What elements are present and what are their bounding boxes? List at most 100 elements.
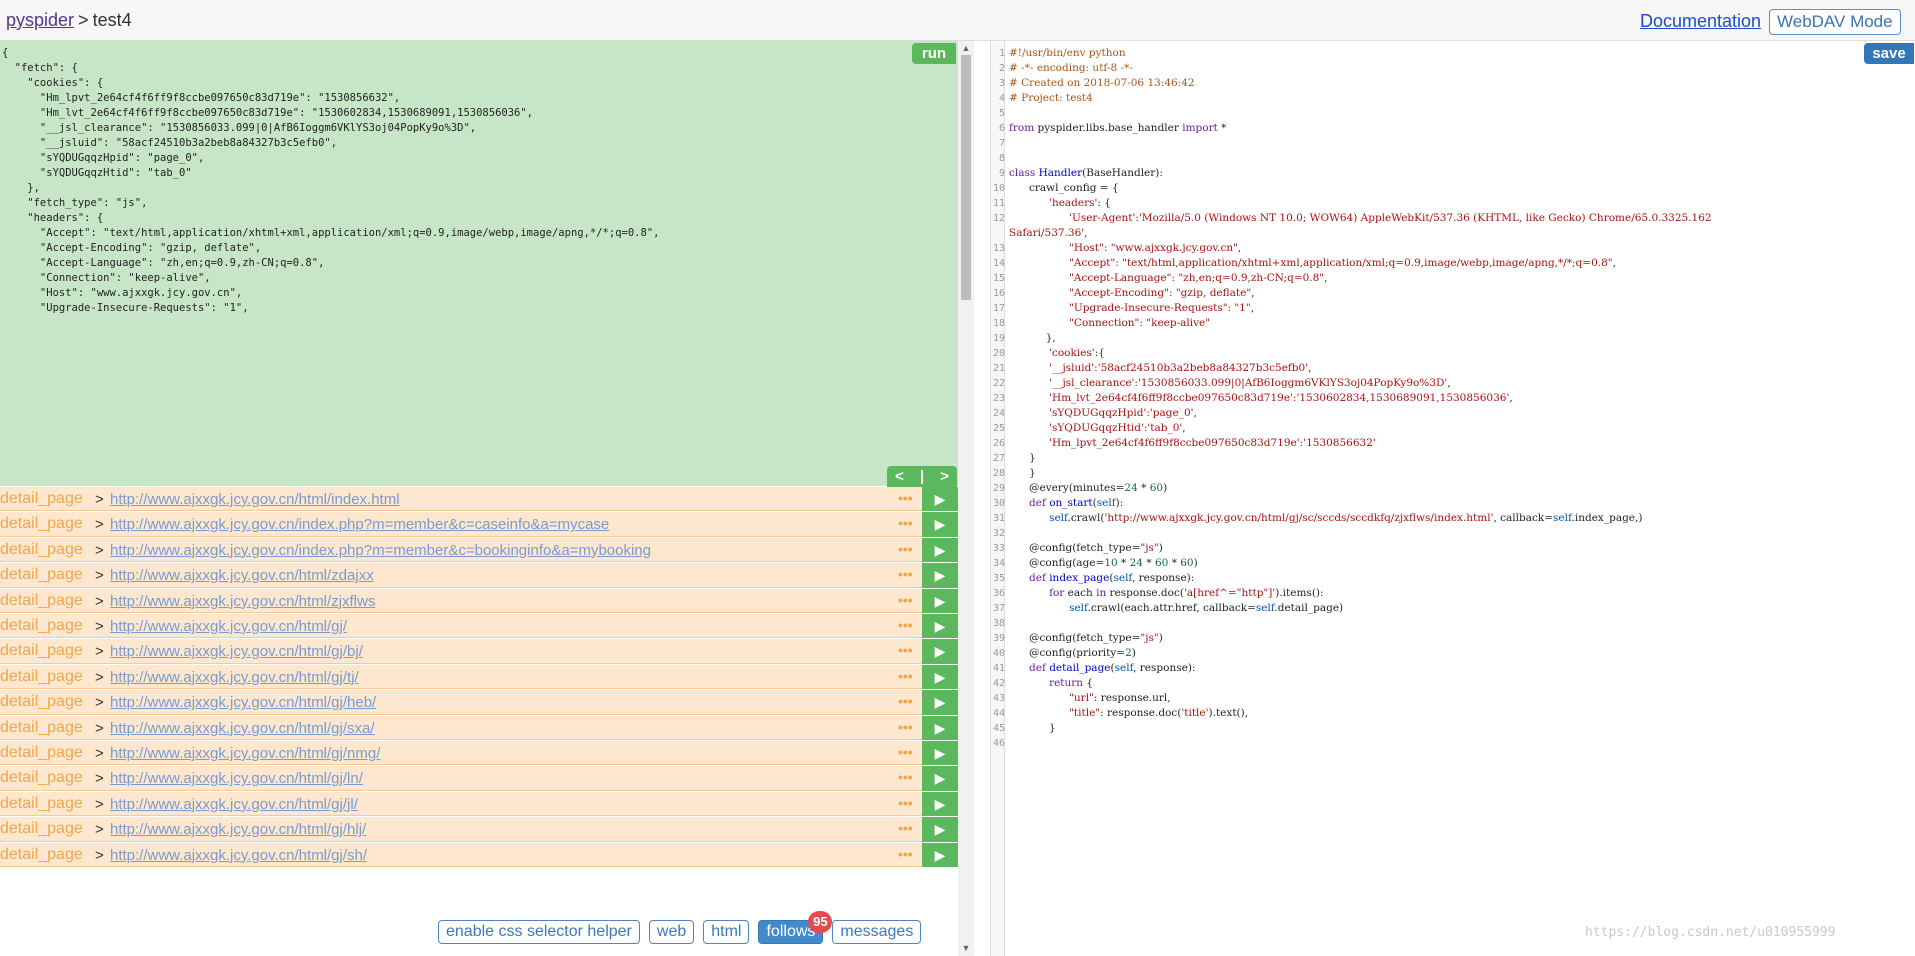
- follow-row[interactable]: detail_page > http://www.ajxxgk.jcy.gov.cn…: [0, 690, 958, 715]
- save-button[interactable]: save: [1864, 43, 1914, 64]
- css-selector-helper-button[interactable]: enable css selector helper: [438, 920, 640, 944]
- scrollbar-thumb[interactable]: [961, 55, 971, 300]
- left-scrollbar[interactable]: ▲ ▼: [958, 41, 974, 956]
- follow-run-icon[interactable]: ▶: [922, 563, 958, 588]
- follow-url-link[interactable]: http://www.ajxxgk.jcy.gov.cn/html/gj/heb…: [110, 694, 376, 711]
- code-line[interactable]: 'Hm_lvt_2e64cf4f6ff9f8ccbe097650c83d719e…: [1009, 391, 1909, 406]
- webdav-mode-button[interactable]: WebDAV Mode: [1769, 9, 1901, 35]
- follow-row[interactable]: detail_page > http://www.ajxxgk.jcy.gov.cn…: [0, 791, 958, 817]
- code-line[interactable]: '__jsl_clearance':'1530856033.099|0|AfB6…: [1009, 376, 1909, 391]
- follow-run-icon[interactable]: ▶: [922, 639, 958, 664]
- code-line[interactable]: [1009, 616, 1909, 631]
- follow-details-icon[interactable]: •••: [898, 820, 913, 836]
- code-line[interactable]: @config(fetch_type="js"): [1009, 631, 1909, 646]
- code-line[interactable]: Safari/537.36',: [1009, 226, 1909, 241]
- tab-web[interactable]: web: [648, 920, 695, 944]
- follow-row[interactable]: detail_page > http://www.ajxxgk.jcy.gov.cn…: [0, 537, 958, 563]
- code-line[interactable]: 'sYQDUGqqzHpid':'page_0',: [1009, 406, 1909, 421]
- follow-row[interactable]: detail_page > http://www.ajxxgk.jcy.gov.cn…: [0, 664, 958, 690]
- follow-row[interactable]: detail_page > http://www.ajxxgk.jcy.gov.cn…: [0, 563, 958, 588]
- code-line[interactable]: [1009, 106, 1909, 121]
- follow-run-icon[interactable]: ▶: [922, 512, 958, 537]
- follow-url-link[interactable]: http://www.ajxxgk.jcy.gov.cn/html/gj/tj/: [110, 669, 359, 686]
- follow-details-icon[interactable]: •••: [898, 592, 913, 608]
- code-line[interactable]: 'Hm_lpvt_2e64cf4f6ff9f8ccbe097650c83d719…: [1009, 436, 1909, 451]
- follow-row[interactable]: detail_page > http://www.ajxxgk.jcy.gov.cn…: [0, 842, 958, 867]
- run-button[interactable]: run: [912, 43, 956, 64]
- follow-url-link[interactable]: http://www.ajxxgk.jcy.gov.cn/html/gj/hlj…: [110, 821, 366, 838]
- code-line[interactable]: self.crawl(each.attr.href, callback=self…: [1009, 601, 1909, 616]
- follow-url-link[interactable]: http://www.ajxxgk.jcy.gov.cn/html/gj/jl/: [110, 796, 358, 813]
- code-line[interactable]: for each in response.doc('a[href^="http"…: [1009, 586, 1909, 601]
- code-line[interactable]: #!/usr/bin/env python: [1009, 46, 1909, 61]
- follow-row[interactable]: detail_page > http://www.ajxxgk.jcy.gov.cn…: [0, 741, 958, 766]
- follow-details-icon[interactable]: •••: [898, 668, 913, 684]
- code-line[interactable]: def index_page(self, response):: [1009, 571, 1909, 586]
- follow-url-link[interactable]: http://www.ajxxgk.jcy.gov.cn/html/gj/ln/: [110, 770, 363, 787]
- code-line[interactable]: def detail_page(self, response):: [1009, 661, 1909, 676]
- scroll-down-arrow-icon[interactable]: ▼: [961, 943, 971, 953]
- code-content[interactable]: #!/usr/bin/env python # -*- encoding: utf…: [1009, 46, 1909, 751]
- project-list-link[interactable]: pyspider: [6, 10, 74, 30]
- follow-url-link[interactable]: http://www.ajxxgk.jcy.gov.cn/html/gj/nmg…: [110, 745, 380, 762]
- follow-run-icon[interactable]: ▶: [922, 690, 958, 715]
- follow-run-icon[interactable]: ▶: [922, 715, 958, 740]
- code-line[interactable]: @every(minutes=24 * 60): [1009, 481, 1909, 496]
- follow-details-icon[interactable]: •••: [898, 769, 913, 785]
- follow-run-icon[interactable]: ▶: [922, 817, 958, 842]
- follow-url-link[interactable]: http://www.ajxxgk.jcy.gov.cn/html/zjxflw…: [110, 593, 375, 610]
- follow-row[interactable]: detail_page > http://www.ajxxgk.jcy.gov.cn…: [0, 766, 958, 791]
- code-line[interactable]: [1009, 736, 1909, 751]
- code-line[interactable]: [1009, 151, 1909, 166]
- follow-row[interactable]: detail_page > http://www.ajxxgk.jcy.gov.cn…: [0, 588, 958, 613]
- follow-details-icon[interactable]: •••: [898, 744, 913, 760]
- code-line[interactable]: def on_start(self):: [1009, 496, 1909, 511]
- code-line[interactable]: [1009, 136, 1909, 151]
- code-line[interactable]: from pyspider.libs.base_handler import *: [1009, 121, 1909, 136]
- follow-run-icon[interactable]: ▶: [922, 487, 958, 512]
- follow-details-icon[interactable]: •••: [898, 515, 913, 531]
- follow-details-icon[interactable]: •••: [898, 490, 913, 506]
- code-line[interactable]: self.crawl('http://www.ajxxgk.jcy.gov.cn…: [1009, 511, 1909, 526]
- scroll-up-arrow-icon[interactable]: ▲: [961, 43, 971, 53]
- code-line[interactable]: "title": response.doc('title').text(),: [1009, 706, 1909, 721]
- next-step-button[interactable]: >: [940, 468, 949, 485]
- code-line[interactable]: "url": response.url,: [1009, 691, 1909, 706]
- follow-details-icon[interactable]: •••: [898, 541, 913, 557]
- code-editor[interactable]: 1 2 3 4 5 6 7 8 9 10 11 12 13 14 15 16 1…: [990, 41, 1915, 956]
- follow-row[interactable]: detail_page > http://www.ajxxgk.jcy.gov.cn…: [0, 512, 958, 537]
- follow-details-icon[interactable]: •••: [898, 795, 913, 811]
- prev-step-button[interactable]: <: [895, 468, 904, 485]
- follow-url-link[interactable]: http://www.ajxxgk.jcy.gov.cn/html/gj/sxa…: [110, 720, 375, 737]
- tab-follows[interactable]: follows 95: [758, 911, 833, 944]
- follow-row[interactable]: detail_page > http://www.ajxxgk.jcy.gov.cn…: [0, 817, 958, 842]
- code-line[interactable]: },: [1009, 331, 1909, 346]
- follow-url-link[interactable]: http://www.ajxxgk.jcy.gov.cn/index.php?m…: [110, 516, 609, 533]
- code-line[interactable]: crawl_config = {: [1009, 181, 1909, 196]
- code-line[interactable]: 'User-Agent':'Mozilla/5.0 (Windows NT 10…: [1009, 211, 1909, 226]
- code-line[interactable]: }: [1009, 466, 1909, 481]
- follow-details-icon[interactable]: •••: [898, 617, 913, 633]
- follow-url-link[interactable]: http://www.ajxxgk.jcy.gov.cn/html/gj/: [110, 618, 347, 635]
- code-line[interactable]: class Handler(BaseHandler):: [1009, 166, 1909, 181]
- code-line[interactable]: "Host": "www.ajxxgk.jcy.gov.cn",: [1009, 241, 1909, 256]
- task-json-panel[interactable]: { "fetch": { "cookies": { "Hm_lpvt_2e64c…: [0, 41, 958, 486]
- follow-run-icon[interactable]: ▶: [922, 664, 958, 690]
- code-line[interactable]: "Connection": "keep-alive": [1009, 316, 1909, 331]
- code-line[interactable]: # -*- encoding: utf-8 -*-: [1009, 61, 1909, 76]
- follow-details-icon[interactable]: •••: [898, 693, 913, 709]
- code-line[interactable]: "Accept": "text/html,application/xhtml+x…: [1009, 256, 1909, 271]
- follow-url-link[interactable]: http://www.ajxxgk.jcy.gov.cn/html/zdajxx: [110, 567, 374, 584]
- documentation-link[interactable]: Documentation: [1640, 11, 1761, 32]
- code-line[interactable]: 'cookies':{: [1009, 346, 1909, 361]
- follow-run-icon[interactable]: ▶: [922, 614, 958, 639]
- follow-details-icon[interactable]: •••: [898, 719, 913, 735]
- code-line[interactable]: @config(priority=2): [1009, 646, 1909, 661]
- follow-run-icon[interactable]: ▶: [922, 842, 958, 867]
- tab-html[interactable]: html: [703, 920, 750, 944]
- code-line[interactable]: '__jsluid':'58acf24510b3a2beb8a84327b3c5…: [1009, 361, 1909, 376]
- follow-row[interactable]: detail_page > http://www.ajxxgk.jcy.gov.cn…: [0, 614, 958, 639]
- follow-url-link[interactable]: http://www.ajxxgk.jcy.gov.cn/html/gj/sh/: [110, 847, 367, 864]
- code-line[interactable]: }: [1009, 721, 1909, 736]
- follow-row[interactable]: detail_page > http://www.ajxxgk.jcy.gov.cn…: [0, 487, 958, 512]
